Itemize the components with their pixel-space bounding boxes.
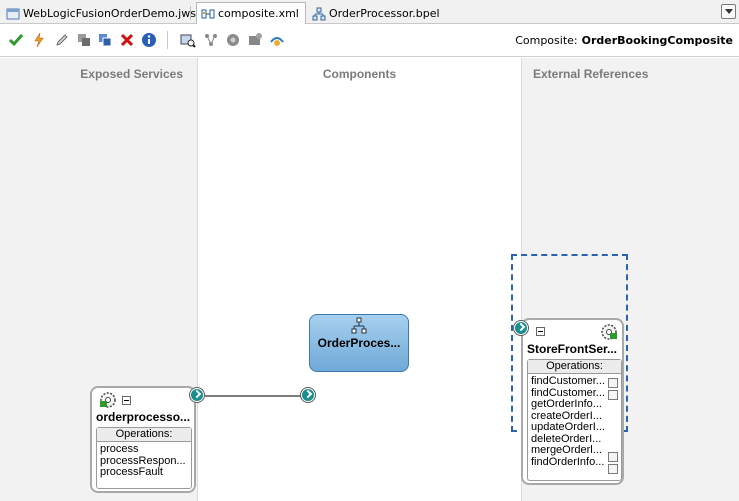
- collapse-toggle[interactable]: [536, 327, 545, 336]
- layout-button[interactable]: [203, 32, 219, 48]
- operation-item[interactable]: process: [100, 444, 188, 456]
- operations-panel: Operations: process processRespon... pro…: [96, 427, 192, 489]
- copy-button[interactable]: [76, 32, 92, 48]
- validate-button[interactable]: [8, 32, 24, 48]
- layout-icon: [205, 34, 217, 46]
- chevron-right-icon: [302, 389, 314, 401]
- checkmark-icon: [8, 34, 24, 47]
- composite-toolbar: Composite: OrderBookingComposite: [0, 25, 739, 57]
- deploy-button[interactable]: [269, 32, 285, 48]
- composite-name: OrderBookingComposite: [581, 34, 733, 47]
- scroll-down-button[interactable]: [608, 452, 618, 462]
- operation-item[interactable]: findCustomer...: [531, 388, 605, 400]
- operation-item[interactable]: deleteOrderI...: [531, 434, 605, 446]
- component-orderprocessor[interactable]: OrderProces...: [309, 314, 409, 372]
- operation-item[interactable]: mergeOrderl...: [531, 445, 605, 457]
- swimlane-title: Exposed Services: [80, 67, 183, 81]
- tab-composite-xml[interactable]: composite.xml: [196, 2, 306, 24]
- toolbar-separator: [167, 31, 168, 49]
- component-input-port[interactable]: [300, 387, 316, 403]
- info-button[interactable]: [141, 32, 157, 48]
- paste-icon: [99, 34, 112, 47]
- reference-input-port[interactable]: [513, 320, 529, 336]
- operation-item[interactable]: processFault: [100, 467, 188, 479]
- delete-button[interactable]: [119, 32, 135, 48]
- chevron-right-icon: [515, 322, 527, 334]
- operation-item[interactable]: updateOrderI...: [531, 422, 605, 434]
- external-reference-storefront[interactable]: StoreFrontSer... Operations: findCustome…: [521, 318, 624, 485]
- composite-icon: [201, 7, 215, 21]
- tab-separator: [190, 6, 191, 20]
- operation-item[interactable]: createOrderI...: [531, 411, 605, 423]
- lightning-icon: [34, 32, 44, 48]
- bpel-icon: [312, 7, 326, 21]
- edit-button[interactable]: [54, 32, 70, 48]
- tab-orderprocessor-bpel[interactable]: OrderProcessor.bpel: [308, 3, 446, 24]
- settings-button[interactable]: [247, 32, 263, 48]
- reference-gear-icon: [600, 323, 618, 344]
- tab-weblogicfusionorderdemo[interactable]: WebLogicFusionOrderDemo.jws: [2, 3, 202, 24]
- bpel-process-icon: [350, 317, 368, 338]
- paste-button[interactable]: [97, 32, 113, 48]
- collapse-toggle[interactable]: [122, 396, 131, 405]
- swimlane-title: External References: [533, 67, 649, 81]
- pencil-icon: [56, 34, 68, 46]
- scroll-up-double-button[interactable]: [608, 378, 618, 388]
- scroll-down-double-button[interactable]: [608, 464, 618, 474]
- operation-item[interactable]: processRespon...: [100, 456, 188, 468]
- operation-item[interactable]: findOrderInfo...: [531, 457, 605, 469]
- composite-name-label: Composite: OrderBookingComposite: [515, 34, 733, 47]
- gear-button[interactable]: [225, 32, 241, 48]
- operations-header: Operations:: [528, 360, 621, 374]
- service-output-port[interactable]: [189, 387, 205, 403]
- service-gear-icon: [99, 391, 117, 412]
- service-title: orderprocesso...: [96, 410, 191, 424]
- create-wire-button[interactable]: [31, 32, 47, 48]
- delete-icon: [120, 33, 134, 47]
- info-icon: [142, 33, 156, 47]
- workspace-icon: [6, 7, 20, 21]
- operations-list: process processRespon... processFault: [97, 442, 191, 481]
- operation-item[interactable]: findCustomer...: [531, 376, 605, 388]
- scroll-up-button[interactable]: [608, 390, 618, 400]
- deploy-icon: [270, 37, 284, 46]
- test-button[interactable]: [180, 32, 196, 48]
- operations-header: Operations:: [97, 428, 191, 442]
- gear-icon: [227, 34, 239, 46]
- chevron-right-icon: [191, 389, 203, 401]
- swimlane-components: Components: [198, 58, 521, 501]
- editor-tab-bar: WebLogicFusionOrderDemo.jws composite.xm…: [0, 0, 739, 24]
- reference-title: StoreFrontSer...: [527, 342, 618, 356]
- copy-icon: [78, 34, 90, 46]
- settings-icon: [249, 33, 262, 45]
- component-title: OrderProces...: [317, 336, 401, 350]
- tab-list-dropdown-button[interactable]: [721, 4, 736, 19]
- test-icon: [180, 34, 196, 48]
- operations-panel: Operations: findCustomer... findCustomer…: [527, 359, 622, 481]
- exposed-service-orderprocessor[interactable]: orderprocesso... Operations: process pro…: [90, 386, 196, 493]
- operation-item[interactable]: getOrderInfo...: [531, 399, 605, 411]
- swimlane-title: Components: [322, 67, 397, 81]
- wire-connection[interactable]: [205, 395, 304, 397]
